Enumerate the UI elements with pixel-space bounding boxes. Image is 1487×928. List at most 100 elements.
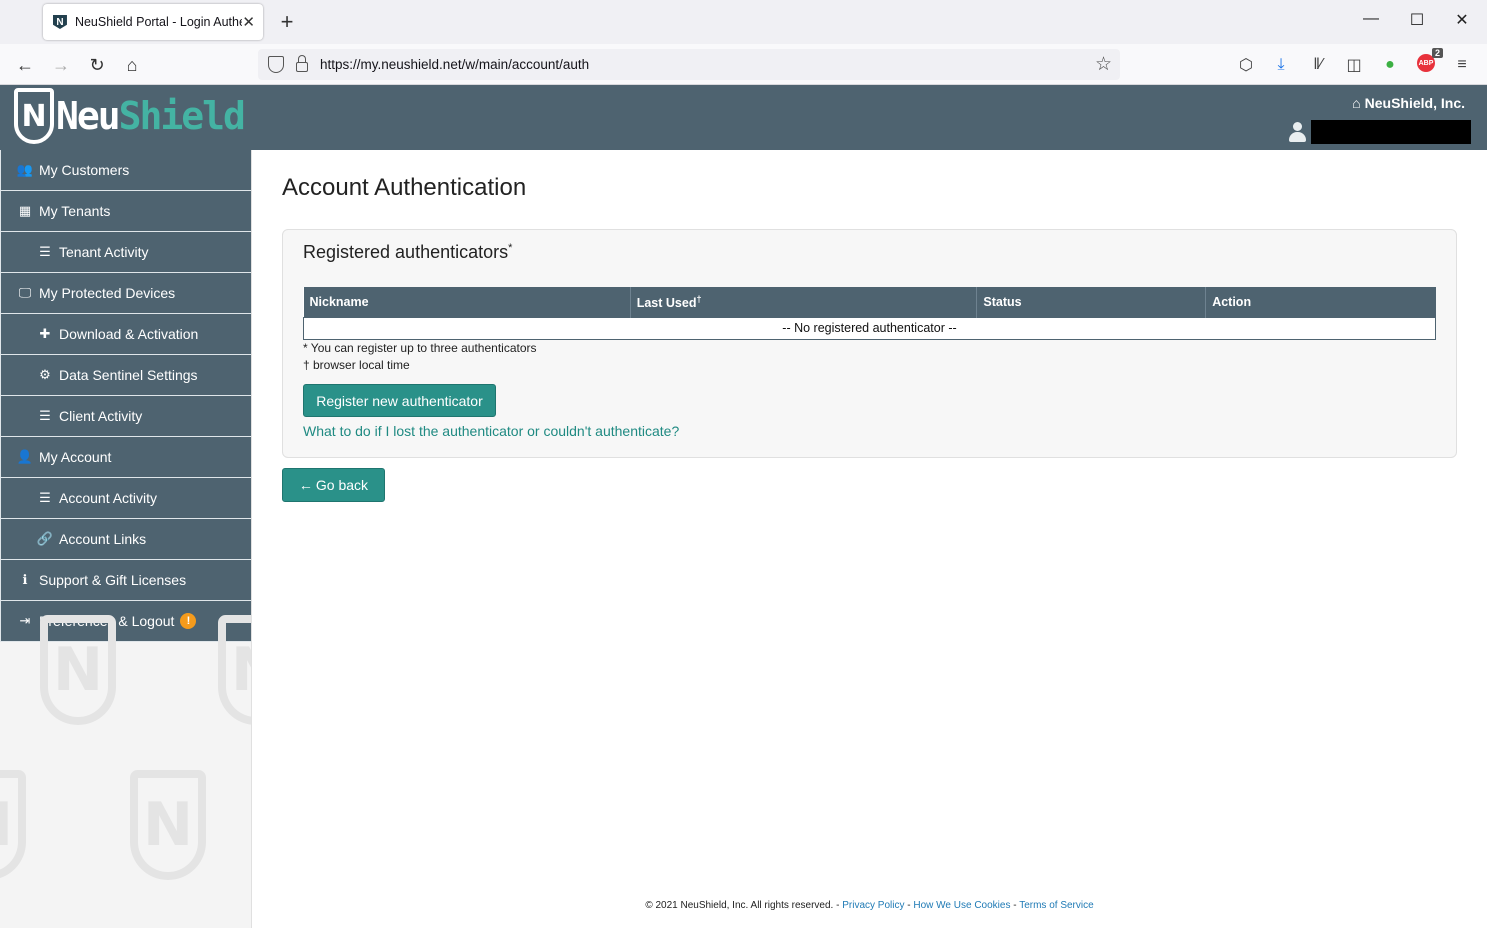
sidebar-item-client-activity[interactable]: ☰ Client Activity	[0, 396, 251, 437]
sidebar-item-account-activity[interactable]: ☰ Account Activity	[0, 478, 251, 519]
reload-icon[interactable]: ↻	[85, 53, 109, 77]
column-header-action[interactable]: Action	[1205, 287, 1436, 317]
sign-out-icon: ⇥	[19, 613, 31, 628]
sidebar-item-label: Data Sentinel Settings	[59, 367, 198, 383]
cookies-link[interactable]: How We Use Cookies	[913, 900, 1010, 911]
users-icon: 👥	[16, 162, 34, 177]
lost-authenticator-help-link[interactable]: What to do if I lost the authenticator o…	[303, 423, 679, 439]
sidebar-item-account-links[interactable]: 🔗 Account Links	[0, 519, 251, 560]
privacy-policy-link[interactable]: Privacy Policy	[842, 900, 904, 911]
extension-js-icon[interactable]: ●	[1379, 54, 1401, 76]
tracking-shield-icon[interactable]	[268, 56, 284, 73]
background-shield-icon: N	[0, 770, 26, 880]
lock-icon[interactable]	[296, 55, 308, 72]
browser-tab[interactable]: N NeuShield Portal - Login Authen ✕	[43, 4, 263, 40]
sidebar-item-data-sentinel-settings[interactable]: ⚙ Data Sentinel Settings	[0, 355, 251, 396]
list-icon: ☰	[39, 244, 51, 259]
maximize-button[interactable]: ☐	[1402, 10, 1432, 30]
sidebar-item-my-account[interactable]: 👤 My Account	[0, 437, 251, 478]
sidebar-item-support-gift-licenses[interactable]: ℹ Support & Gift Licenses	[0, 560, 251, 601]
browser-tabbar: N NeuShield Portal - Login Authen ✕ + — …	[0, 0, 1487, 44]
adblock-count-badge: 2	[1431, 48, 1443, 58]
panel-title: Registered authenticators*	[303, 242, 513, 262]
table-header-row: Nickname Last Used† Status Action	[303, 287, 1436, 317]
sidebar-item-label: Download & Activation	[59, 326, 199, 342]
sidebar-item-label: My Account	[39, 449, 112, 465]
background-shield-icon: N	[40, 615, 116, 725]
shield-logo-icon: N	[14, 88, 54, 144]
neushield-logo[interactable]: N NeuShield	[14, 88, 246, 144]
list-icon: ☰	[39, 408, 51, 423]
empty-table-message: -- No registered authenticator --	[303, 316, 1436, 340]
info-icon: ℹ	[22, 572, 28, 587]
background-shield-icon: N	[218, 615, 251, 725]
username-redacted	[1311, 120, 1471, 144]
minimize-button[interactable]: —	[1356, 10, 1386, 28]
authenticators-table: Nickname Last Used† Status Action -- No …	[303, 287, 1436, 340]
gears-icon: ⚙	[39, 367, 51, 382]
column-header-nickname[interactable]: Nickname	[303, 287, 631, 317]
sidebar-icon[interactable]: ◫	[1343, 54, 1365, 76]
sidebar-item-label: Account Activity	[59, 490, 158, 506]
desktop-icon: 🖵	[18, 285, 32, 300]
arrow-left-icon: ←	[298, 477, 313, 493]
hamburger-menu-icon[interactable]: ≡	[1451, 54, 1473, 76]
column-header-last-used[interactable]: Last Used†	[630, 287, 978, 317]
logo-text: NeuShield	[56, 94, 246, 138]
sidebar-item-download-activation[interactable]: ✚ Download & Activation	[0, 314, 251, 355]
warning-badge-icon: !	[180, 613, 197, 629]
bookmark-star-icon[interactable]: ☆	[1095, 53, 1112, 76]
copyright-text: © 2021 NeuShield, Inc. All rights reserv…	[645, 900, 840, 911]
sidebar: 👥 My Customers ▦ My Tenants ☰ Tenant Act…	[0, 150, 252, 928]
sidebar-item-label: Account Links	[59, 531, 147, 547]
sidebar-item-preferences-logout[interactable]: ⇥ Preferences & Logout !	[0, 601, 251, 642]
adblock-plus-icon[interactable]: ABP 2	[1417, 48, 1443, 72]
app-header: N NeuShield ⌂ NeuShield, Inc.	[0, 85, 1487, 150]
user-menu[interactable]	[1289, 120, 1471, 144]
download-icon[interactable]: ⤓	[1270, 54, 1292, 76]
sidebar-item-tenant-activity[interactable]: ☰ Tenant Activity	[0, 232, 251, 273]
authenticators-panel: Registered authenticators* Nickname Last…	[282, 229, 1457, 458]
plus-icon: ✚	[39, 326, 51, 341]
back-arrow-icon[interactable]: ←	[13, 53, 37, 77]
forward-arrow-icon[interactable]: →	[49, 53, 73, 77]
org-name-label: NeuShield, Inc.	[1364, 95, 1465, 111]
footer: © 2021 NeuShield, Inc. All rights reserv…	[252, 900, 1487, 911]
column-header-status[interactable]: Status	[976, 287, 1207, 317]
register-authenticator-button[interactable]: Register new authenticator	[303, 384, 496, 417]
library-icon[interactable]: ‖∕	[1307, 54, 1329, 76]
org-name-link[interactable]: ⌂ NeuShield, Inc.	[1352, 95, 1465, 111]
sidebar-item-label: My Protected Devices	[39, 285, 176, 301]
local-time-note: † browser local time	[303, 358, 410, 372]
browser-navbar: ← → ↻ ⌂ https://my.neushield.net/w/main/…	[0, 44, 1487, 85]
new-tab-button[interactable]: +	[276, 9, 298, 35]
adblock-label: ABP	[1418, 59, 1434, 67]
close-window-button[interactable]: ✕	[1447, 10, 1477, 30]
user-icon: 👤	[16, 449, 34, 464]
user-icon	[1289, 122, 1306, 142]
go-back-button[interactable]: ← Go back	[282, 468, 385, 502]
footer-separator: -	[1013, 900, 1017, 911]
building-icon: ▦	[18, 203, 32, 218]
sidebar-item-my-protected-devices[interactable]: 🖵 My Protected Devices	[0, 273, 251, 314]
sidebar-item-my-customers[interactable]: 👥 My Customers	[0, 150, 251, 191]
terms-of-service-link[interactable]: Terms of Service	[1019, 900, 1093, 911]
home-icon[interactable]: ⌂	[120, 53, 144, 77]
footer-separator: -	[907, 900, 911, 911]
pocket-icon[interactable]: ⬡	[1235, 54, 1257, 76]
sidebar-item-my-tenants[interactable]: ▦ My Tenants	[0, 191, 251, 232]
address-bar[interactable]: https://my.neushield.net/w/main/account/…	[258, 49, 1120, 80]
list-icon: ☰	[39, 490, 51, 505]
background-shield-icon: N	[130, 770, 206, 880]
link-icon: 🔗	[36, 531, 54, 546]
table-row: -- No registered authenticator --	[303, 316, 1436, 340]
page-title: Account Authentication	[282, 174, 527, 201]
url-text[interactable]: https://my.neushield.net/w/main/account/…	[320, 57, 589, 72]
neushield-favicon-icon: N	[53, 15, 67, 29]
tab-close-icon[interactable]: ✕	[242, 13, 255, 31]
tab-title: NeuShield Portal - Login Authen	[74, 15, 243, 29]
sidebar-item-label: My Tenants	[39, 203, 111, 219]
main-content: Account Authentication Registered authen…	[252, 150, 1487, 928]
sidebar-item-label: Client Activity	[59, 408, 143, 424]
sidebar-item-label: Tenant Activity	[59, 244, 149, 260]
